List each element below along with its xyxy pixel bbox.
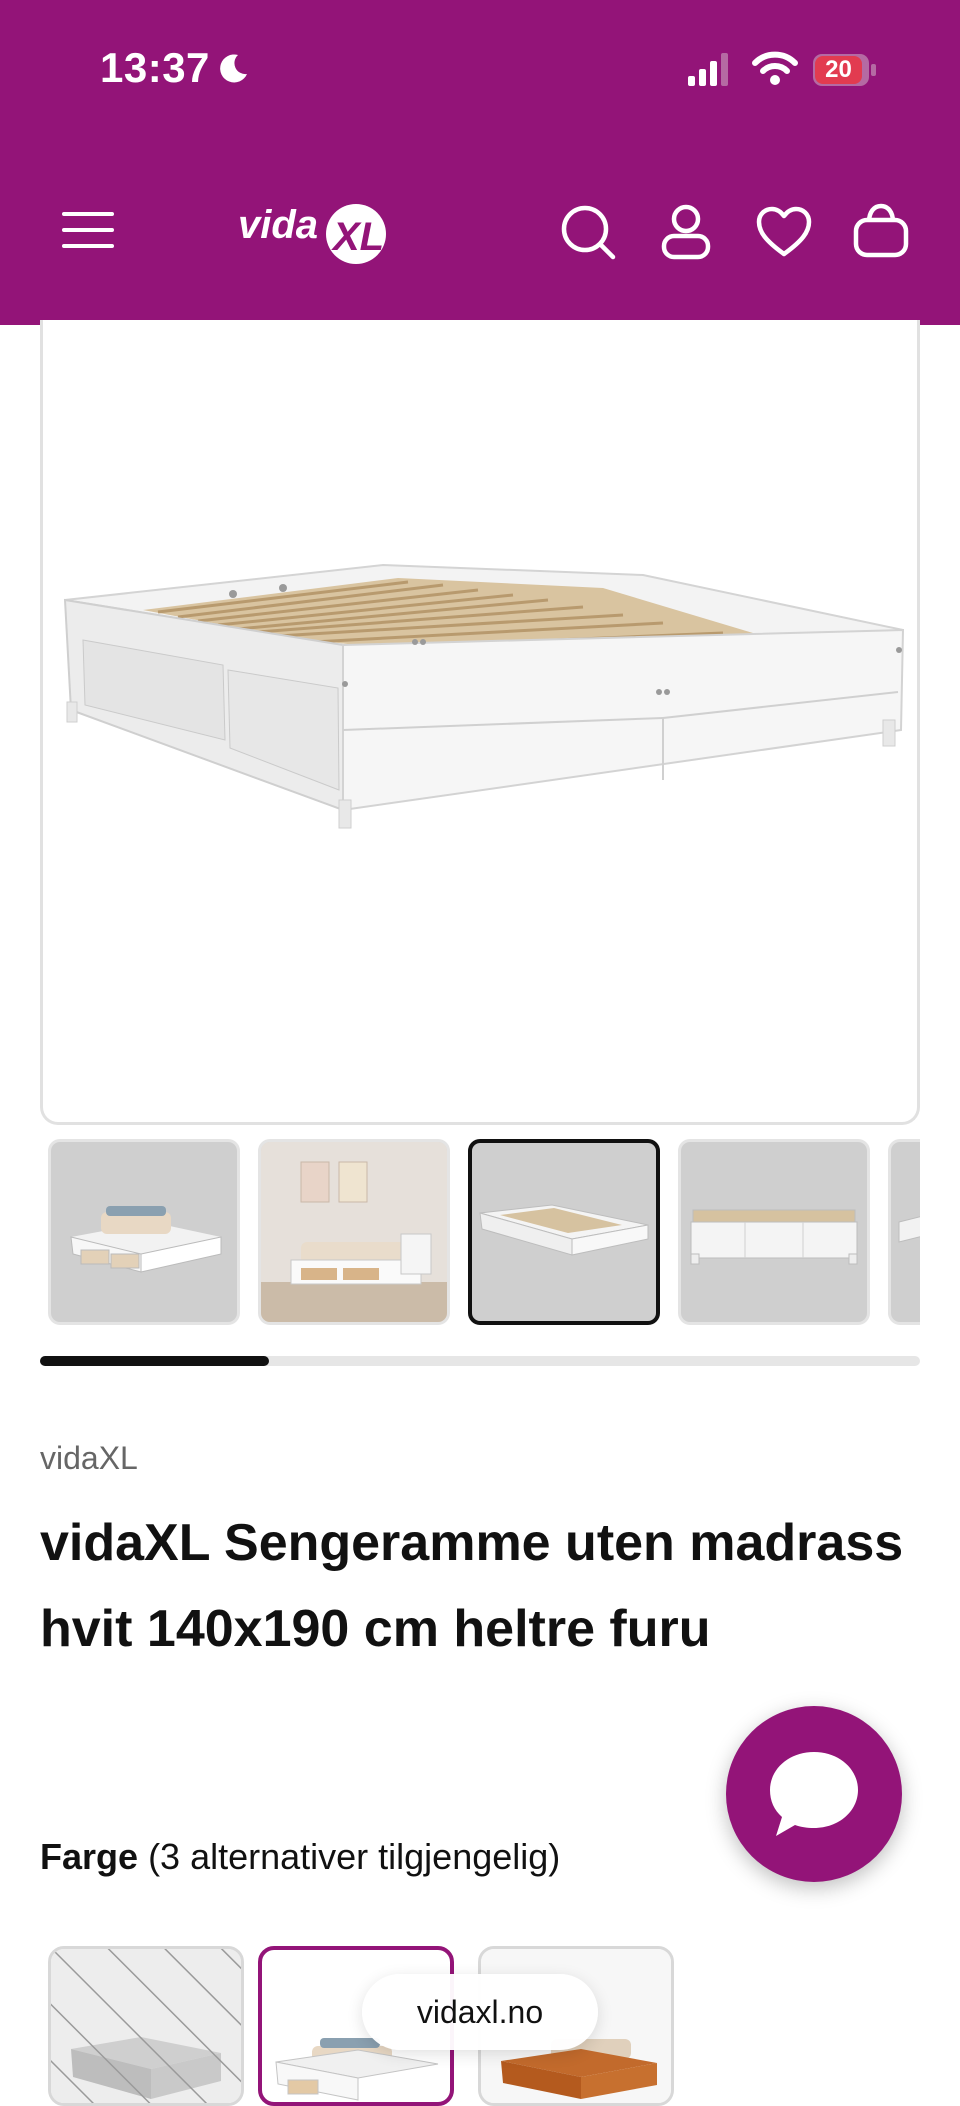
product-title: vidaXL Sengeramme uten madrass hvit 140x… — [40, 1514, 904, 1658]
gallery-scroll-indicator — [40, 1356, 269, 1366]
battery-level: 20 — [815, 56, 862, 84]
thumbnail-strip[interactable] — [40, 1135, 920, 1330]
search-icon[interactable] — [560, 204, 616, 260]
moon-icon — [220, 54, 247, 83]
chat-bubble-icon — [770, 1752, 858, 1836]
browser-url-bar[interactable]: vidaxl.no — [362, 1974, 598, 2050]
color-option-label: Farge (3 alternativer tilgjengelig) — [40, 1836, 560, 1878]
app-header: 13:37 20 vida XL — [0, 0, 960, 325]
thumbnail-3[interactable] — [468, 1139, 660, 1325]
bag-icon[interactable] — [852, 202, 910, 258]
thumbnail-2[interactable] — [258, 1139, 450, 1325]
thumbnail-5[interactable] — [888, 1139, 920, 1325]
thumbnail-4[interactable] — [678, 1139, 870, 1325]
signal-icon — [688, 53, 728, 86]
menu-icon[interactable] — [60, 208, 116, 252]
color-swatch-grey[interactable] — [48, 1946, 244, 2106]
bed-frame-image — [63, 563, 905, 829]
svg-text:vida: vida — [238, 203, 318, 247]
color-label-title: Farge — [40, 1836, 139, 1877]
heart-icon[interactable] — [756, 206, 812, 258]
product-brand[interactable]: vidaXL — [40, 1440, 138, 1477]
chat-button[interactable] — [726, 1706, 902, 1882]
svg-text:XL: XL — [331, 215, 384, 259]
user-icon[interactable] — [660, 204, 712, 260]
wifi-icon — [752, 51, 798, 85]
vidaxl-logo[interactable]: vida XL — [238, 196, 398, 268]
color-options-count: (3 alternativer tilgjengelig) — [148, 1836, 561, 1877]
thumbnail-1[interactable] — [48, 1139, 240, 1325]
product-main-image[interactable] — [40, 320, 920, 1125]
status-time: 13:37 — [100, 44, 210, 91]
